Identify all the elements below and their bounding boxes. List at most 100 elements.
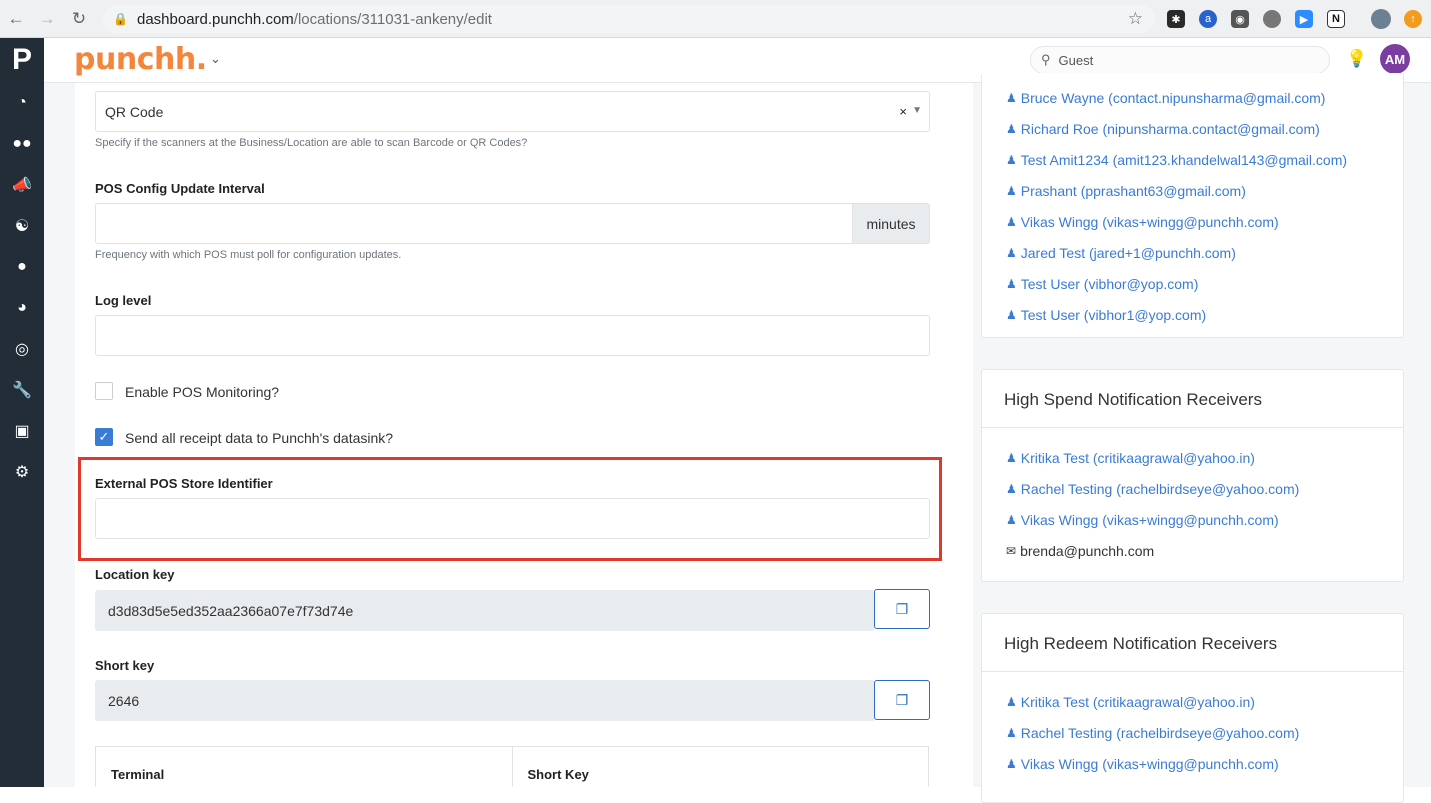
receiver-link[interactable]: ♟ Rachel Testing (rachelbirdseye@yahoo.co… (1006, 725, 1299, 741)
receiver-name: Bruce Wayne (contact.nipunsharma@gmail.c… (1020, 90, 1326, 106)
settings-icon[interactable]: ⚙ (0, 451, 44, 492)
terminal-table: Terminal Short Key (95, 746, 929, 787)
user-icon: ♟ (1006, 246, 1017, 260)
megaphone-icon[interactable]: 📣 (0, 164, 44, 205)
receiver-link[interactable]: ♟ Vikas Wingg (vikas+wingg@punchh.com) (1006, 512, 1279, 528)
copy-icon: ❐ (895, 691, 909, 708)
back-icon[interactable]: ← (3, 6, 29, 32)
receiver-name: Rachel Testing (rachelbirdseye@yahoo.com… (1020, 481, 1300, 497)
receiver-name: Test Amit1234 (amit123.khandelwal143@gma… (1020, 152, 1348, 168)
scan-type-value: QR Code (105, 103, 164, 120)
user-icon: ♟ (1006, 513, 1017, 527)
punchh-logo-icon[interactable]: P (0, 38, 44, 82)
receiver-link[interactable]: ♟ Vikas Wingg (vikas+wingg@punchh.com) (1006, 214, 1279, 230)
dashboard-icon[interactable]: ◔ (0, 82, 44, 123)
receiver-link[interactable]: ♟ Richard Roe (nipunsharma.contact@gmail.… (1006, 121, 1320, 137)
users-icon[interactable]: ●● (0, 123, 44, 164)
caret-down-icon[interactable]: ▼ (912, 105, 922, 116)
receiver-link[interactable]: ♟ Bruce Wayne (contact.nipunsharma@gmail.… (1006, 90, 1325, 106)
user-icon: ♟ (1006, 695, 1017, 709)
short-key-value: 2646 (108, 692, 140, 709)
receiver-link[interactable]: ♟ Rachel Testing (rachelbirdseye@yahoo.co… (1006, 481, 1299, 497)
cubes-icon[interactable]: ▣ (0, 410, 44, 451)
user-icon: ♟ (1006, 757, 1017, 771)
receivers-card: ♟ Bruce Wayne (contact.nipunsharma@gmail.… (981, 73, 1404, 338)
left-sidebar: P ◔ ●● 📣 ☯ ● ◕ ◎ 🔧 ▣ ⚙ (0, 38, 44, 787)
receiver-name: Rachel Testing (rachelbirdseye@yahoo.com… (1020, 725, 1300, 741)
zoom-extension-icon[interactable]: ▶ (1295, 10, 1313, 28)
receiver-name: Test User (vibhor@yop.com) (1020, 276, 1199, 292)
highlight-box (78, 457, 942, 561)
avatar[interactable]: AM (1380, 44, 1410, 74)
pos-interval-help: Frequency with which POS must poll for c… (95, 249, 402, 261)
address-bar[interactable]: 🔒 dashboard.punchh.com/locations/311031-… (103, 5, 1155, 33)
scan-type-select[interactable]: QR Code × ▼ (95, 91, 930, 132)
guest-search-input[interactable]: ⚲ Guest (1030, 46, 1330, 74)
short-key-label: Short key (95, 658, 155, 673)
wrench-icon[interactable]: 🔧 (0, 369, 44, 410)
pie-chart-icon[interactable]: ◕ (0, 287, 44, 328)
url-domain: dashboard.punchh.com (137, 10, 294, 28)
receiver-name: Prashant (pprashant63@gmail.com) (1020, 183, 1246, 199)
handshake-icon[interactable]: ☯ (0, 205, 44, 246)
short-key-column-header: Short Key (511, 747, 929, 787)
pos-interval-input[interactable]: minutes (95, 203, 930, 244)
log-level-label: Log level (95, 293, 152, 308)
receiver-name: Richard Roe (nipunsharma.contact@gmail.c… (1020, 121, 1320, 137)
receiver-link[interactable]: ♟ Kritika Test (critikaagrawal@yahoo.in) (1006, 450, 1255, 466)
update-icon[interactable]: ↑ (1404, 10, 1422, 28)
chat-icon[interactable]: ● (0, 246, 44, 287)
main-content: QR Code × ▼ Specify if the scanners at t… (44, 73, 1431, 803)
receiver-name: Vikas Wingg (vikas+wingg@punchh.com) (1020, 214, 1279, 230)
receiver-link[interactable]: ♟ Jared Test (jared+1@punchh.com) (1006, 245, 1236, 261)
log-level-input[interactable] (95, 315, 930, 356)
receiver-name: Vikas Wingg (vikas+wingg@punchh.com) (1020, 512, 1279, 528)
extension-icon[interactable]: ◉ (1231, 10, 1249, 28)
user-icon: ♟ (1006, 451, 1017, 465)
receiver-link[interactable]: ♟ Test User (vibhor@yop.com) (1006, 276, 1198, 292)
forward-icon[interactable]: → (34, 6, 60, 32)
copy-short-key-button[interactable]: ❐ (874, 680, 930, 720)
bookmark-star-icon[interactable]: ☆ (1128, 9, 1143, 29)
high-redeem-title: High Redeem Notification Receivers (982, 614, 1403, 672)
extension-icon[interactable] (1263, 10, 1281, 28)
user-icon: ♟ (1006, 482, 1017, 496)
search-placeholder: Guest (1058, 52, 1094, 68)
user-icon: ♟ (1006, 215, 1017, 229)
receiver-name: Jared Test (jared+1@punchh.com) (1020, 245, 1236, 261)
extension-icon[interactable]: a (1199, 10, 1217, 28)
receiver-link[interactable]: ♟ Vikas Wingg (vikas+wingg@punchh.com) (1006, 756, 1279, 772)
url-path: /locations/311031-ankeny/edit (293, 10, 492, 28)
pos-monitoring-label: Enable POS Monitoring? (125, 384, 280, 400)
datasink-label: Send all receipt data to Punchh's datasi… (125, 430, 394, 446)
notion-extension-icon[interactable]: N (1327, 10, 1345, 28)
receiver-link[interactable]: ♟ Test Amit1234 (amit123.khandelwal143@gm… (1006, 152, 1347, 168)
receiver-link[interactable]: ♟ Kritika Test (critikaagrawal@yahoo.in) (1006, 694, 1255, 710)
scan-type-help: Specify if the scanners at the Business/… (95, 137, 528, 149)
brand-logo[interactable]: punchh. (74, 42, 207, 77)
lock-icon: 🔒 (113, 12, 128, 26)
extension-icon[interactable]: ✱ (1167, 10, 1185, 28)
user-icon: ♟ (1006, 184, 1017, 198)
pos-monitoring-checkbox[interactable] (95, 382, 113, 400)
datasink-checkbox[interactable]: ✓ (95, 428, 113, 446)
envelope-icon: ✉ (1006, 544, 1017, 558)
chevron-down-icon[interactable]: ⌄ (210, 51, 221, 67)
high-spend-card: High Spend Notification Receivers ♟ Kriti… (981, 369, 1404, 582)
copy-location-key-button[interactable]: ❐ (874, 589, 930, 629)
search-icon: ⚲ (1041, 52, 1051, 67)
receiver-link[interactable]: ♟ Prashant (pprashant63@gmail.com) (1006, 183, 1246, 199)
receiver-link[interactable]: ♟ Test User (vibhor1@yop.com) (1006, 307, 1206, 323)
reload-icon[interactable]: ↻ (66, 6, 92, 32)
receiver-name: Test User (vibhor1@yop.com) (1020, 307, 1207, 323)
browser-toolbar: ← → ↻ 🔒 dashboard.punchh.com/locations/3… (0, 0, 1431, 38)
lightbulb-icon[interactable]: 💡 (1346, 49, 1367, 69)
clear-icon[interactable]: × (899, 104, 907, 119)
profile-icon[interactable] (1371, 9, 1391, 29)
email-receiver: ✉ brenda@punchh.com (1006, 543, 1154, 559)
terminal-column-header: Terminal (111, 767, 165, 782)
support-icon[interactable]: ◎ (0, 328, 44, 369)
minutes-addon: minutes (852, 203, 930, 244)
user-icon: ♟ (1006, 726, 1017, 740)
receiver-name: Kritika Test (critikaagrawal@yahoo.in) (1020, 450, 1255, 466)
